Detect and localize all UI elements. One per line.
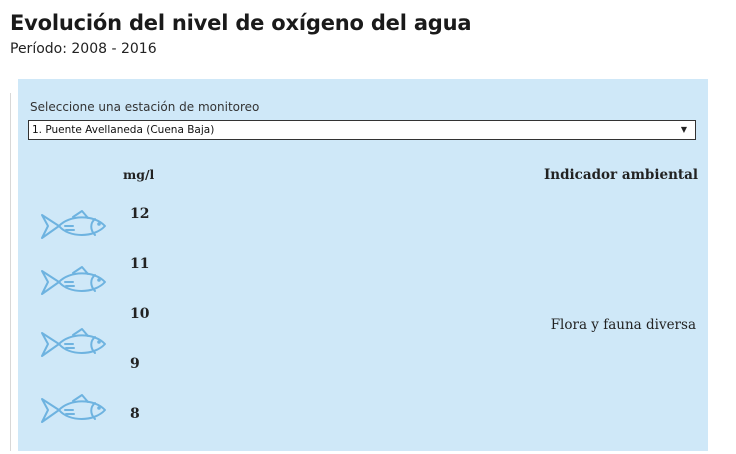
fish-icon (41, 210, 106, 239)
oxygen-widget: Seleccione una estación de monitoreo 1. … (18, 79, 708, 451)
indicator-value: Flora y fauna diversa (550, 317, 696, 333)
station-select-label: Seleccione una estación de monitoreo (30, 100, 260, 114)
level-label: 12 (130, 206, 150, 222)
station-select-value: 1. Puente Avellaneda (Cuena Baja) (32, 124, 215, 136)
unit-label: mg/l (123, 167, 155, 182)
level-label: 8 (130, 406, 140, 422)
page-title: Evolución del nivel de oxígeno del agua (10, 11, 472, 35)
level-label: 10 (130, 306, 150, 322)
chevron-down-icon[interactable]: ▼ (681, 121, 687, 139)
level-label: 11 (130, 256, 150, 272)
indicator-header: Indicador ambiental (543, 167, 698, 183)
page-subtitle: Período: 2008 - 2016 (10, 41, 157, 57)
fish-icon (41, 266, 106, 295)
fish-icon (41, 328, 106, 357)
level-label: 9 (130, 356, 140, 372)
widget-left-border (10, 93, 11, 451)
fish-icon (41, 394, 106, 423)
station-select[interactable]: 1. Puente Avellaneda (Cuena Baja) ▼ (28, 120, 696, 140)
